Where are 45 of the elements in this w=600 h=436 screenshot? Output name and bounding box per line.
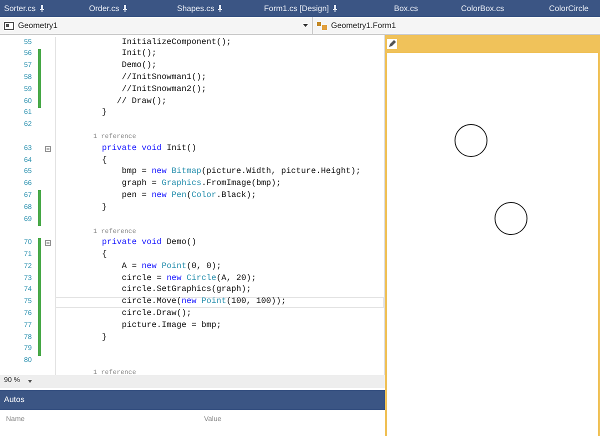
panel-title: Autos <box>4 394 24 406</box>
tab[interactable]: ColorBox.cs <box>461 2 504 14</box>
code-line: } <box>100 202 107 214</box>
code-line: Demo(); <box>120 60 157 72</box>
code-line: } <box>100 107 107 120</box>
tab[interactable]: Sorter.cs <box>4 2 36 14</box>
class-icon <box>317 22 327 30</box>
circle-shape <box>494 202 528 235</box>
caret-icon <box>303 24 308 27</box>
tab[interactable]: Order.cs <box>89 2 120 14</box>
collapse-icon[interactable] <box>45 146 51 152</box>
code-line: Init(); <box>120 48 157 60</box>
project-icon <box>4 22 14 30</box>
pin-icon[interactable] <box>332 5 337 12</box>
tab[interactable]: Box.cs <box>394 2 418 14</box>
tab[interactable]: Form1.cs [Design] <box>264 2 329 14</box>
caret-icon <box>28 380 32 383</box>
code-line: circle.Draw(); <box>120 308 192 320</box>
code-line: } <box>100 332 107 344</box>
code-line: A = new Point(0, 0); <box>120 260 222 273</box>
code-line: graph = Graphics.FromImage(bmp); <box>120 178 282 190</box>
pin-icon[interactable] <box>40 5 44 12</box>
collapse-icon[interactable] <box>45 240 51 246</box>
code-line: // Draw(); <box>116 96 167 108</box>
pin-icon[interactable] <box>123 5 128 12</box>
code-line: circle = new Circle(A, 20); <box>120 272 256 285</box>
code-line: picture.Image = bmp; <box>120 320 222 332</box>
member-dropdown[interactable]: Geometry1.Form1 <box>313 17 600 34</box>
code-line: pen = new Pen(Color.Black); <box>120 190 256 202</box>
tab[interactable]: Shapes.cs <box>177 2 214 14</box>
code-line: //InitSnowman1(); <box>120 72 206 84</box>
project-dropdown[interactable]: Geometry1 <box>0 17 313 34</box>
pencil-icon[interactable] <box>387 39 397 49</box>
code-line: private void Demo() <box>100 237 196 250</box>
code-line: private void Init() <box>100 142 196 155</box>
code-line: circle.Move(new Point(100, 100)); <box>120 296 286 308</box>
code-line: circle.SetGraphics(graph); <box>120 284 252 296</box>
code-line: bmp = new Bitmap(picture.Width, picture.Height); <box>120 166 361 178</box>
circle-shape <box>454 124 488 157</box>
code-line: InitializeComponent(); <box>120 36 232 49</box>
tab[interactable]: ColorCircle <box>549 2 589 14</box>
code-line: { <box>100 154 107 167</box>
code-line: //InitSnowman2(); <box>120 84 206 96</box>
code-line: { <box>100 249 107 262</box>
pin-icon[interactable] <box>218 5 222 12</box>
